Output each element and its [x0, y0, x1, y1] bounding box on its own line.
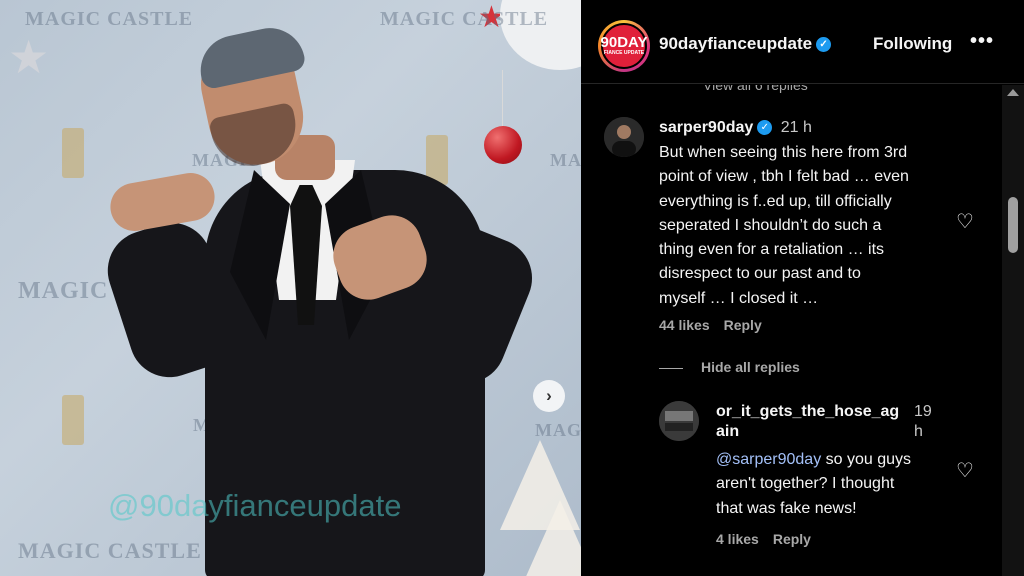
reply-button[interactable]: Reply [724, 317, 762, 333]
backdrop-logo: MAGIC [535, 420, 581, 440]
comment-line: disrespect to our past and to [659, 265, 861, 283]
comment-line: thing even for a retaliation … its [659, 241, 885, 259]
hide-replies-button[interactable]: Hide all replies [659, 359, 800, 375]
reply-button[interactable]: Reply [773, 531, 811, 547]
header-username[interactable]: 90dayfianceupdate ✓ [659, 34, 832, 54]
reply-likes[interactable]: 4 likes [716, 531, 759, 547]
comment-line: But when seeing this here from 3rd [659, 144, 908, 161]
avatar[interactable] [604, 117, 644, 157]
reply-time[interactable]: 19 [914, 403, 932, 421]
comment-likes[interactable]: 44 likes [659, 317, 710, 333]
backdrop-logo: MAGIC [550, 150, 581, 170]
verified-badge-icon: ✓ [816, 37, 832, 53]
scroll-up-arrow-icon[interactable] [1007, 89, 1019, 96]
reply-username-block: or_it_gets_the_hose_ag ain [716, 403, 926, 441]
reply-username-wrap[interactable]: ain [716, 423, 926, 441]
scrollbar-thumb[interactable] [1008, 197, 1018, 253]
comment-time[interactable]: 21 h [781, 119, 812, 136]
post-media: ★ ★ MAGIC CASTLE MAGIC CASTLE MAGIC CAST… [0, 0, 581, 576]
scrollbar[interactable] [1002, 85, 1024, 576]
comment-text: But when seeing this here from 3rd point… [659, 141, 949, 311]
avatar[interactable] [659, 401, 699, 441]
comment-list: View all 6 replies sarper90day ✓ 21 h But… [581, 85, 1001, 576]
like-heart-icon[interactable]: ♡ [954, 460, 976, 482]
like-heart-icon[interactable]: ♡ [954, 211, 976, 233]
chevron-right-icon: › [546, 386, 552, 405]
comment-line: myself … I closed it … [659, 289, 819, 307]
reply-time-wrap[interactable]: h [914, 423, 932, 441]
comment-line: seperated I shouldn’t do such a [659, 216, 882, 234]
left-hand [106, 169, 219, 235]
reply-line: @sarper90day so you guys [716, 448, 946, 472]
header-username-text[interactable]: 90dayfianceupdate [659, 34, 812, 53]
mention-link[interactable]: @sarper90day [716, 451, 821, 468]
comment-username[interactable]: sarper90day [659, 119, 753, 136]
reply-line: aren't together? I thought [716, 475, 895, 493]
comments-panel: 90DAY FIANCE UPDATE 90dayfianceupdate ✓ F… [581, 0, 1024, 576]
avatar-image [659, 401, 699, 441]
post-header: 90DAY FIANCE UPDATE 90dayfianceupdate ✓ F… [581, 0, 1024, 84]
comment-line: point of view , tbh I felt bad … even [659, 168, 909, 186]
next-image-button[interactable]: › [533, 380, 565, 412]
star-decoration: ★ [8, 31, 50, 83]
avatar-image [604, 117, 644, 157]
reply-line-text: so you guys [821, 451, 912, 468]
reply-text: @sarper90day so you guys aren't together… [716, 448, 946, 521]
verified-badge-icon: ✓ [757, 120, 773, 136]
backdrop-accent [62, 395, 84, 445]
comment-line: everything is f..ed up, till officially [659, 192, 892, 210]
more-options-icon[interactable]: ••• [970, 30, 994, 53]
comment-header: sarper90day ✓ 21 h [659, 119, 812, 137]
reply-line: that was fake news! [716, 499, 857, 517]
following-button[interactable]: Following [873, 34, 952, 54]
avatar-logo-text: 90DAY [600, 34, 648, 51]
reply-time-block: 19 h [914, 403, 932, 441]
avatar-logo-subtext: FIANCE UPDATE [603, 50, 645, 56]
watermark: @90dayfianceupdate [108, 488, 402, 523]
account-avatar[interactable]: 90DAY FIANCE UPDATE [598, 20, 650, 72]
reply-username[interactable]: or_it_gets_the_hose_ag [716, 403, 926, 421]
view-replies-link[interactable]: View all 6 replies [703, 85, 808, 93]
reply-meta: 4 likes Reply [716, 531, 825, 547]
backdrop-accent [62, 128, 84, 178]
comment-meta: 44 likes Reply [659, 317, 776, 333]
account-avatar-logo: 90DAY FIANCE UPDATE [600, 23, 648, 69]
